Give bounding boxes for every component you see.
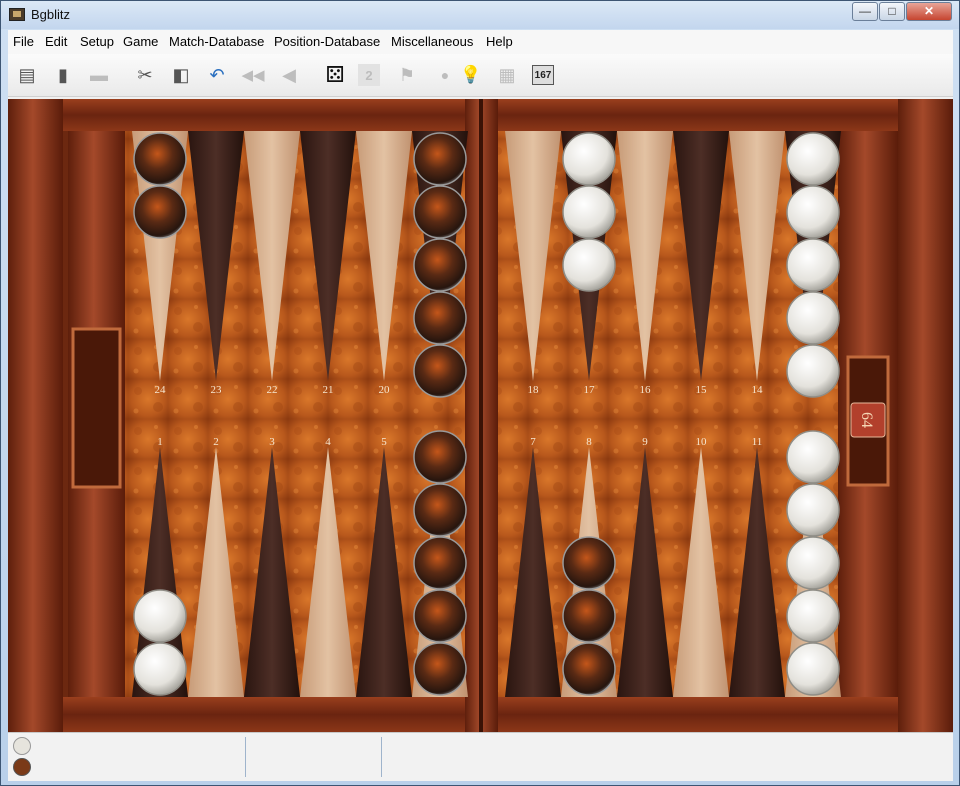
toolbar: ▤ ▮ ▬ ✂ ◧ ↶ ◀◀ ◀ ⚄ 2 ⚑ ● 💡 ▦ 167 — [8, 54, 953, 97]
point-number-label: 17 — [584, 384, 596, 396]
white-checker[interactable] — [133, 589, 187, 643]
dark-checker[interactable] — [133, 185, 187, 239]
board-svg: 24 23 22 21 20 18 17 16 15 141 2 3 4 5 7 8 9 10 11 64 — [8, 99, 953, 732]
dark-checker[interactable] — [413, 589, 467, 643]
white-checker[interactable] — [786, 132, 840, 186]
app-window: Bgblitz — □ ✕ File Edit Setup Game Match… — [0, 0, 960, 786]
point-number-label: 1 — [157, 436, 163, 448]
status-separator — [381, 737, 382, 777]
minimize-button[interactable]: — — [852, 2, 878, 21]
open-icon[interactable]: ▮ — [50, 62, 76, 88]
point-number-label: 21 — [323, 384, 334, 396]
dark-checker[interactable] — [413, 344, 467, 398]
close-button[interactable]: ✕ — [906, 2, 952, 21]
dark-checker[interactable] — [413, 185, 467, 239]
dark-checker[interactable] — [562, 536, 616, 590]
right-frame — [898, 99, 953, 732]
point-number-label: 20 — [379, 384, 391, 396]
status-bar — [8, 732, 953, 781]
white-checker[interactable] — [786, 430, 840, 484]
roll-dice-icon[interactable]: ⚄ — [322, 62, 348, 88]
resign-flag-icon[interactable]: ⚑ — [394, 62, 420, 88]
menu-match-database[interactable]: Match-Database — [169, 34, 264, 49]
menu-setup[interactable]: Setup — [80, 34, 114, 49]
white-checker[interactable] — [786, 536, 840, 590]
new-icon[interactable]: ▤ — [14, 62, 40, 88]
point-number-label: 15 — [696, 384, 708, 396]
point-number-label: 24 — [155, 384, 167, 396]
menu-game[interactable]: Game — [123, 34, 158, 49]
doubling-cube[interactable]: 64 — [850, 402, 886, 438]
title-bar[interactable]: Bgblitz — □ ✕ — [1, 1, 959, 29]
status-separator — [245, 737, 246, 777]
rewind-icon[interactable]: ◀◀ — [240, 62, 266, 88]
left-frame — [8, 99, 63, 732]
menu-edit[interactable]: Edit — [45, 34, 67, 49]
dark-checker[interactable] — [413, 132, 467, 186]
client-area: File Edit Setup Game Match-Database Posi… — [8, 30, 953, 781]
white-checker[interactable] — [562, 185, 616, 239]
menu-help[interactable]: Help — [486, 34, 513, 49]
dark-checker[interactable] — [562, 642, 616, 696]
menu-miscellaneous[interactable]: Miscellaneous — [391, 34, 473, 49]
white-checker[interactable] — [133, 642, 187, 696]
point-number-label: 22 — [267, 384, 278, 396]
point-number-label: 10 — [696, 436, 708, 448]
dark-checker[interactable] — [413, 291, 467, 345]
dark-checker[interactable] — [562, 589, 616, 643]
svg-text:64: 64 — [858, 412, 875, 428]
dark-checker[interactable] — [133, 132, 187, 186]
dark-checker[interactable] — [413, 430, 467, 484]
white-checker[interactable] — [786, 344, 840, 398]
white-checker[interactable] — [786, 483, 840, 537]
white-checker[interactable] — [786, 589, 840, 643]
menu-file[interactable]: File — [13, 34, 34, 49]
white-checker[interactable] — [562, 238, 616, 292]
point-number-label: 16 — [640, 384, 652, 396]
dark-player-checker-icon — [13, 758, 31, 776]
save-icon[interactable]: ▬ — [86, 62, 112, 88]
settings-icon[interactable]: ✂ — [132, 62, 158, 88]
point-number-label: 14 — [752, 384, 764, 396]
white-checker[interactable] — [562, 132, 616, 186]
white-checker[interactable] — [786, 642, 840, 696]
dark-checker[interactable] — [413, 238, 467, 292]
backgammon-board[interactable]: 24 23 22 21 20 18 17 16 15 14 1 2 3 4 5 7 8 9 10 11 64 — [8, 99, 953, 760]
point-number-label: 9 — [642, 436, 648, 448]
point-number-label: 7 — [530, 436, 536, 448]
double-icon[interactable]: 2 — [358, 64, 380, 86]
maximize-button[interactable]: □ — [879, 2, 905, 21]
point-number-label: 5 — [381, 436, 387, 448]
point-number-label: 8 — [586, 436, 592, 448]
stop-icon[interactable]: ● — [432, 62, 458, 88]
panels-icon[interactable]: ▦ — [494, 62, 520, 88]
menu-position-database[interactable]: Position-Database — [274, 34, 380, 49]
point-number-label: 18 — [528, 384, 540, 396]
white-checker[interactable] — [786, 238, 840, 292]
dark-checker[interactable] — [413, 483, 467, 537]
point-number-label: 4 — [325, 436, 331, 448]
left-bearoff-tray[interactable] — [71, 327, 122, 489]
menu-bar: File Edit Setup Game Match-Database Posi… — [8, 30, 953, 54]
white-checker[interactable] — [786, 291, 840, 345]
pip-count-icon[interactable]: 167 — [532, 65, 554, 85]
undo-icon[interactable]: ↶ — [204, 62, 230, 88]
point-number-label: 23 — [211, 384, 223, 396]
point-number-label: 3 — [269, 436, 275, 448]
window-title: Bgblitz — [31, 7, 71, 22]
point-number-label: 2 — [213, 436, 219, 448]
white-player-checker-icon — [13, 737, 31, 755]
white-checker[interactable] — [786, 185, 840, 239]
hint-bulb-icon[interactable]: 💡 — [458, 62, 484, 88]
dark-checker[interactable] — [413, 536, 467, 590]
app-icon — [9, 8, 25, 21]
dark-checker[interactable] — [413, 642, 467, 696]
step-back-icon[interactable]: ◀ — [276, 62, 302, 88]
point-number-label: 11 — [752, 436, 763, 448]
flip-board-icon[interactable]: ◧ — [168, 62, 194, 88]
